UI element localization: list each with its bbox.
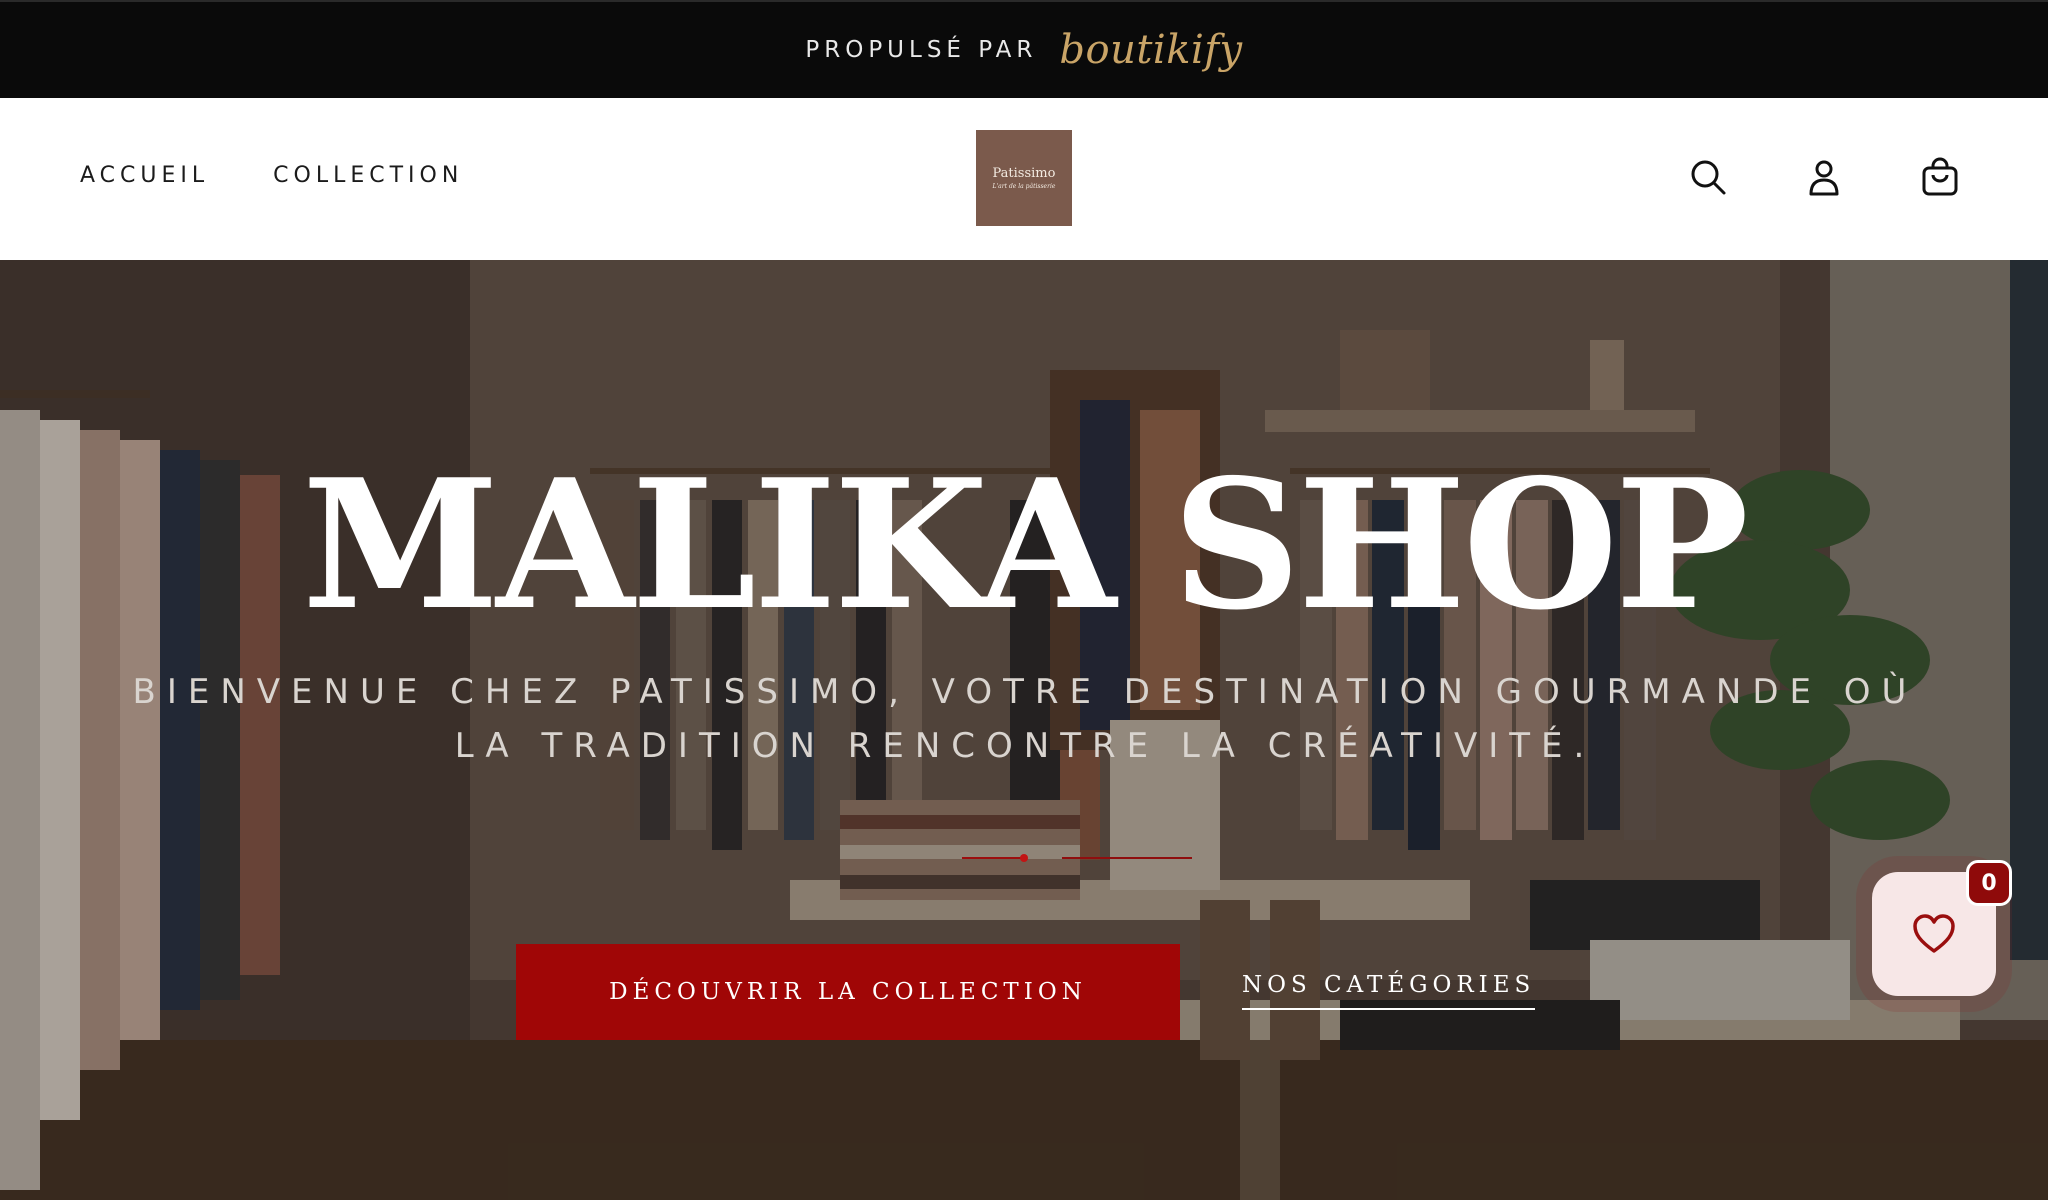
main-nav: ACCUEIL COLLECTION xyxy=(80,163,463,188)
slide-progress-right xyxy=(1062,857,1192,859)
wishlist-count-badge: 0 xyxy=(1966,860,2012,906)
hero-title: MALIKA SHOP xyxy=(302,440,1749,649)
discover-collection-button[interactable]: DÉCOUVRIR LA COLLECTION xyxy=(516,944,1180,1040)
nav-item-collection[interactable]: COLLECTION xyxy=(273,163,463,188)
cart-icon[interactable] xyxy=(1920,156,1960,198)
nav-item-accueil[interactable]: ACCUEIL xyxy=(80,163,209,188)
powered-by-text: PROPULSÉ PAR xyxy=(805,37,1038,63)
search-icon[interactable] xyxy=(1688,156,1728,198)
hero-banner: MALIKA SHOP BIENVENUE CHEZ PATISSIMO, VO… xyxy=(0,260,2048,1200)
announcement-bar: PROPULSÉ PAR boutikify xyxy=(0,0,2048,98)
heart-icon xyxy=(1913,914,1955,953)
account-icon[interactable] xyxy=(1804,156,1844,198)
slide-indicator[interactable] xyxy=(962,854,1192,862)
slide-progress-left xyxy=(962,857,1022,859)
site-header: ACCUEIL COLLECTION Patissimo L'art de la… xyxy=(0,98,2048,260)
slide-dot-active[interactable] xyxy=(1020,854,1028,862)
logo-title: Patissimo xyxy=(992,166,1056,181)
boutikify-brand-link[interactable]: boutikify xyxy=(1059,27,1242,73)
store-logo[interactable]: Patissimo L'art de la pâtisserie xyxy=(976,130,1072,226)
logo-tagline: L'art de la pâtisserie xyxy=(992,183,1056,190)
categories-link[interactable]: NOS CATÉGORIES xyxy=(1242,972,1536,1010)
hero-subtitle: BIENVENUE CHEZ PATISSIMO, VOTRE DESTINAT… xyxy=(132,672,1918,766)
header-actions xyxy=(1688,156,1960,198)
